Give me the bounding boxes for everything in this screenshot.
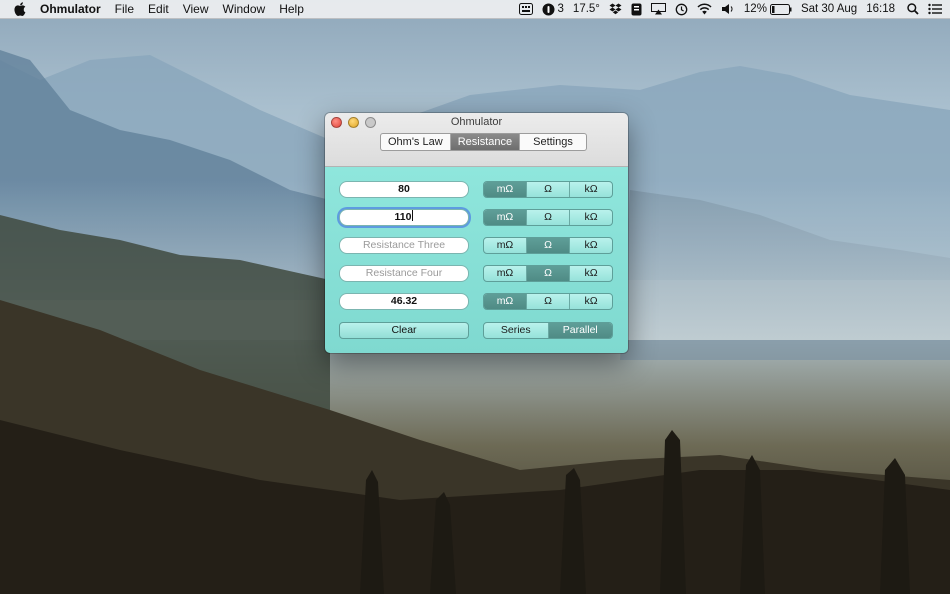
- clock-time[interactable]: 16:18: [866, 3, 895, 15]
- menu-view[interactable]: View: [183, 0, 209, 18]
- unit-ohm-option[interactable]: Ω: [527, 266, 570, 281]
- resistance-two-field[interactable]: 110: [339, 209, 469, 226]
- evernote-icon[interactable]: [631, 3, 642, 16]
- menu-bar: Ohmulator File Edit View Window Help 3 1…: [0, 0, 950, 19]
- unit-kiloohm-option[interactable]: kΩ: [570, 294, 612, 309]
- series-parallel-selector: Series Parallel: [483, 322, 613, 339]
- volume-icon[interactable]: [721, 3, 735, 15]
- unit-ohm-option[interactable]: Ω: [527, 210, 570, 225]
- menu-edit[interactable]: Edit: [148, 0, 169, 18]
- resistance-three-field[interactable]: Resistance Three: [339, 237, 469, 254]
- mode-tabs: Ohm's Law Resistance Settings: [380, 133, 587, 151]
- dropbox-icon[interactable]: [609, 3, 622, 15]
- series-option[interactable]: Series: [484, 323, 549, 338]
- temperature-readout[interactable]: 17.5°: [573, 3, 600, 15]
- resistance-four-field[interactable]: Resistance Four: [339, 265, 469, 282]
- tab-settings[interactable]: Settings: [520, 134, 586, 150]
- status-menus: 3 17.5° 12% Sat 30 Aug 16:18: [518, 0, 950, 18]
- resistance-two-value: 110: [394, 211, 412, 223]
- notifications-count: 3: [557, 3, 564, 15]
- unit-milliohm-option[interactable]: mΩ: [484, 182, 527, 197]
- unit-ohm-option[interactable]: Ω: [527, 182, 570, 197]
- unit-kiloohm-option[interactable]: kΩ: [570, 266, 612, 281]
- unit-milliohm-option[interactable]: mΩ: [484, 294, 527, 309]
- battery-indicator[interactable]: 12%: [744, 3, 792, 15]
- menu-file[interactable]: File: [115, 0, 134, 18]
- airplay-icon[interactable]: [650, 3, 666, 15]
- tab-ohms-law[interactable]: Ohm's Law: [381, 134, 451, 150]
- unit-milliohm-option[interactable]: mΩ: [484, 266, 527, 281]
- window-titlebar[interactable]: Ohmulator Ohm's Law Resistance Settings: [325, 113, 628, 167]
- unit-ohm-option[interactable]: Ω: [527, 294, 570, 309]
- menu-help[interactable]: Help: [279, 0, 304, 18]
- apple-menu-icon[interactable]: [14, 2, 28, 16]
- unit-kiloohm-option[interactable]: kΩ: [570, 182, 612, 197]
- tab-resistance[interactable]: Resistance: [450, 134, 521, 150]
- wifi-icon[interactable]: [697, 3, 712, 15]
- spotlight-search-icon[interactable]: [907, 3, 919, 15]
- resistance-two-unit-selector: mΩ Ω kΩ: [483, 209, 613, 226]
- unit-milliohm-option[interactable]: mΩ: [484, 210, 527, 225]
- battery-percent: 12%: [743, 3, 767, 15]
- menu-window[interactable]: Window: [223, 0, 266, 18]
- text-cursor: [412, 210, 414, 221]
- keyboard-viewer-icon[interactable]: [518, 3, 533, 15]
- app-menu[interactable]: Ohmulator: [40, 0, 101, 18]
- unit-kiloohm-option[interactable]: kΩ: [570, 210, 612, 225]
- unit-milliohm-option[interactable]: mΩ: [484, 238, 527, 253]
- resistance-panel: 80 mΩ Ω kΩ 110 mΩ Ω kΩ Resistance Three …: [325, 167, 628, 353]
- notification-center-icon[interactable]: [928, 3, 942, 15]
- total-resistance-result[interactable]: 46.32: [339, 293, 469, 310]
- resistance-three-unit-selector: mΩ Ω kΩ: [483, 237, 613, 254]
- resistance-one-field[interactable]: 80: [339, 181, 469, 198]
- unit-kiloohm-option[interactable]: kΩ: [570, 238, 612, 253]
- time-machine-icon[interactable]: [675, 3, 688, 16]
- result-unit-selector: mΩ Ω kΩ: [483, 293, 613, 310]
- clear-button[interactable]: Clear: [339, 322, 469, 339]
- parallel-option[interactable]: Parallel: [548, 323, 612, 338]
- notifications-indicator[interactable]: 3: [542, 3, 564, 16]
- window-title: Ohmulator: [450, 116, 503, 128]
- shield-badge-icon: [542, 3, 555, 15]
- resistance-four-unit-selector: mΩ Ω kΩ: [483, 265, 613, 282]
- ohmulator-window: Ohmulator Ohm's Law Resistance Settings …: [325, 113, 628, 353]
- clock-date[interactable]: Sat 30 Aug: [801, 3, 857, 15]
- battery-icon: [769, 3, 792, 15]
- unit-ohm-option[interactable]: Ω: [527, 238, 570, 253]
- resistance-one-unit-selector: mΩ Ω kΩ: [483, 181, 613, 198]
